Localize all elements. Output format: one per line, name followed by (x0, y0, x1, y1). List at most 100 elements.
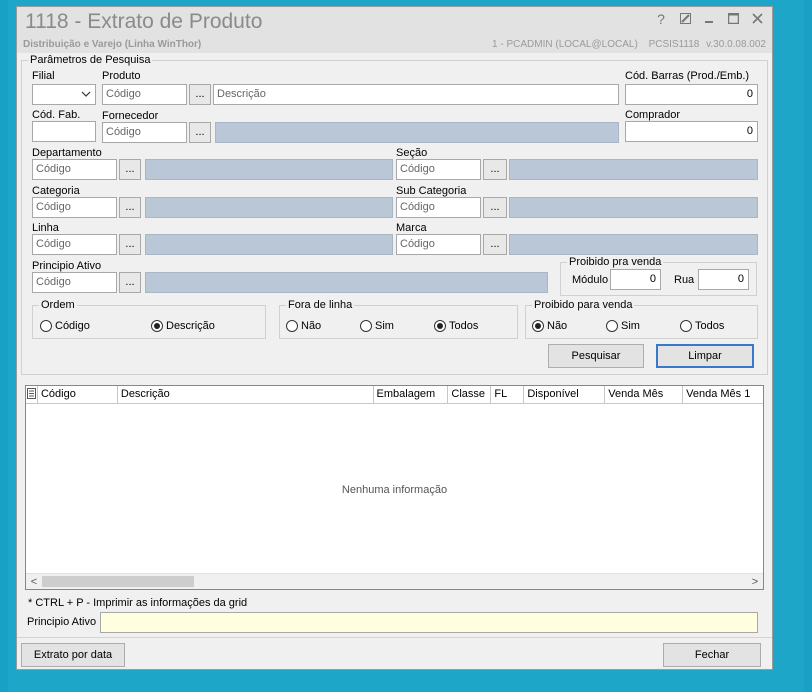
linha-lookup-button[interactable]: ... (119, 234, 141, 255)
col-descricao[interactable]: Descrição (118, 386, 374, 404)
routine-code: PCSIS1118 (648, 39, 700, 50)
linha-desc-field (145, 234, 393, 255)
col-venda-mes-1[interactable]: Venda Mês 1 (683, 386, 763, 404)
proibido-venda-group: Proibido para venda (525, 299, 758, 339)
minimize-icon[interactable] (702, 11, 716, 27)
linha-label: Linha (32, 222, 59, 234)
proibido-nao-radio[interactable]: Não (532, 320, 567, 332)
subcategoria-lookup-button[interactable]: ... (483, 197, 507, 218)
restore-icon[interactable] (678, 11, 692, 27)
background-strip (0, 0, 8, 692)
fora-linha-legend: Fora de linha (288, 299, 353, 311)
col-fl[interactable]: FL (491, 386, 525, 404)
footer-divider (17, 637, 772, 638)
principio-code-input[interactable]: Código (32, 272, 117, 293)
filial-select[interactable] (32, 84, 96, 105)
proibido-nao-label: Não (547, 320, 568, 332)
user-info: 1 - PCADMIN (LOCAL@LOCAL) (492, 39, 638, 50)
categoria-lookup-button[interactable]: ... (119, 197, 141, 218)
marca-code-input[interactable]: Código (396, 234, 481, 255)
version-info: v.30.0.08.002 (706, 39, 766, 50)
comprador-label: Comprador (625, 109, 681, 121)
categoria-label: Categoria (32, 185, 80, 197)
scroll-thumb[interactable] (42, 576, 194, 587)
fora-linha-todos-radio[interactable]: Todos (434, 320, 478, 332)
ordem-group: Ordem (32, 299, 266, 339)
categoria-code-input[interactable]: Código (32, 197, 117, 218)
extrato-por-data-button[interactable]: Extrato por data (21, 643, 125, 667)
ordem-descricao-label: Descrição (166, 320, 215, 332)
scroll-right-icon[interactable]: > (747, 574, 763, 590)
radio-circle (680, 320, 692, 332)
grid-menu-icon[interactable] (26, 386, 38, 404)
scroll-left-icon[interactable]: < (26, 574, 42, 590)
fora-linha-nao-label: Não (301, 320, 322, 332)
search-params-legend: Parâmetros de Pesquisa (30, 54, 151, 66)
produto-lookup-button[interactable]: ... (189, 84, 211, 105)
grid-empty-message: Nenhuma informação (341, 484, 448, 496)
radio-circle (40, 320, 52, 332)
marca-label: Marca (396, 222, 427, 234)
horizontal-scrollbar[interactable]: < > (26, 573, 763, 589)
window-subtitle: Distribuição e Varejo (Linha WinThor) (23, 39, 202, 50)
ordem-descricao-radio[interactable]: Descrição (151, 320, 215, 332)
session-info: 1 - PCADMIN (LOCAL@LOCAL) PCSIS1118 v.30… (484, 39, 766, 50)
cod-barras-input[interactable]: 0 (625, 84, 758, 105)
grid-header: Código Descrição Embalagem Classe FL Dis… (26, 386, 763, 404)
produto-label: Produto (102, 70, 141, 82)
linha-code-input[interactable]: Código (32, 234, 117, 255)
proibido-todos-radio[interactable]: Todos (680, 320, 724, 332)
secao-code-input[interactable]: Código (396, 159, 481, 180)
departamento-code-input[interactable]: Código (32, 159, 117, 180)
fechar-button[interactable]: Fechar (663, 643, 761, 667)
chevron-down-icon (81, 91, 91, 97)
col-codigo[interactable]: Código (38, 386, 118, 404)
ordem-codigo-label: Código (55, 320, 90, 332)
comprador-input[interactable]: 0 (625, 121, 758, 142)
principio-label: Principio Ativo (32, 260, 102, 272)
pesquisar-button[interactable]: Pesquisar (548, 344, 644, 368)
fora-linha-sim-radio[interactable]: Sim (360, 320, 394, 332)
col-disponivel[interactable]: Disponível (524, 386, 606, 404)
fora-linha-group: Fora de linha (279, 299, 518, 339)
proibido-sim-radio[interactable]: Sim (606, 320, 640, 332)
marca-lookup-button[interactable]: ... (483, 234, 507, 255)
proibido-venda-legend: Proibido para venda (534, 299, 633, 311)
departamento-desc-field (145, 159, 393, 180)
fora-linha-nao-radio[interactable]: Não (286, 320, 321, 332)
col-venda-mes[interactable]: Venda Mês (605, 386, 684, 404)
help-icon[interactable]: ? (654, 11, 668, 27)
cod-fab-input[interactable] (32, 121, 96, 142)
maximize-icon[interactable] (726, 11, 740, 27)
radio-circle (360, 320, 372, 332)
results-grid[interactable]: Código Descrição Embalagem Classe FL Dis… (25, 385, 764, 590)
produto-code-input[interactable]: Código (102, 84, 187, 105)
departamento-lookup-button[interactable]: ... (119, 159, 141, 180)
ordem-codigo-radio[interactable]: Código (40, 320, 90, 332)
principio-desc-field (145, 272, 548, 293)
marca-desc-field (509, 234, 758, 255)
fornecedor-code-input[interactable]: Código (102, 122, 187, 143)
principio-lookup-button[interactable]: ... (119, 272, 141, 293)
produto-desc-input[interactable]: Descrição (213, 84, 619, 105)
close-icon[interactable] (750, 11, 764, 27)
departamento-label: Departamento (32, 147, 102, 159)
proibido-todos-label: Todos (695, 320, 725, 332)
print-hint: * CTRL + P - Imprimir as informações da … (28, 597, 248, 609)
footer-principio-label: Principio Ativo (27, 616, 97, 628)
categoria-desc-field (145, 197, 393, 218)
modulo-input[interactable]: 0 (610, 269, 661, 290)
subcategoria-desc-field (509, 197, 758, 218)
secao-desc-field (509, 159, 758, 180)
col-embalagem[interactable]: Embalagem (374, 386, 449, 404)
secao-lookup-button[interactable]: ... (483, 159, 507, 180)
rua-input[interactable]: 0 (698, 269, 749, 290)
subcategoria-code-input[interactable]: Código (396, 197, 481, 218)
col-classe[interactable]: Classe (448, 386, 492, 404)
window-controls: ? (654, 11, 764, 27)
limpar-button[interactable]: Limpar (656, 344, 754, 368)
background-strip-right (804, 0, 812, 692)
rua-label: Rua (674, 274, 695, 286)
radio-circle (286, 320, 298, 332)
fornecedor-lookup-button[interactable]: ... (189, 122, 211, 143)
